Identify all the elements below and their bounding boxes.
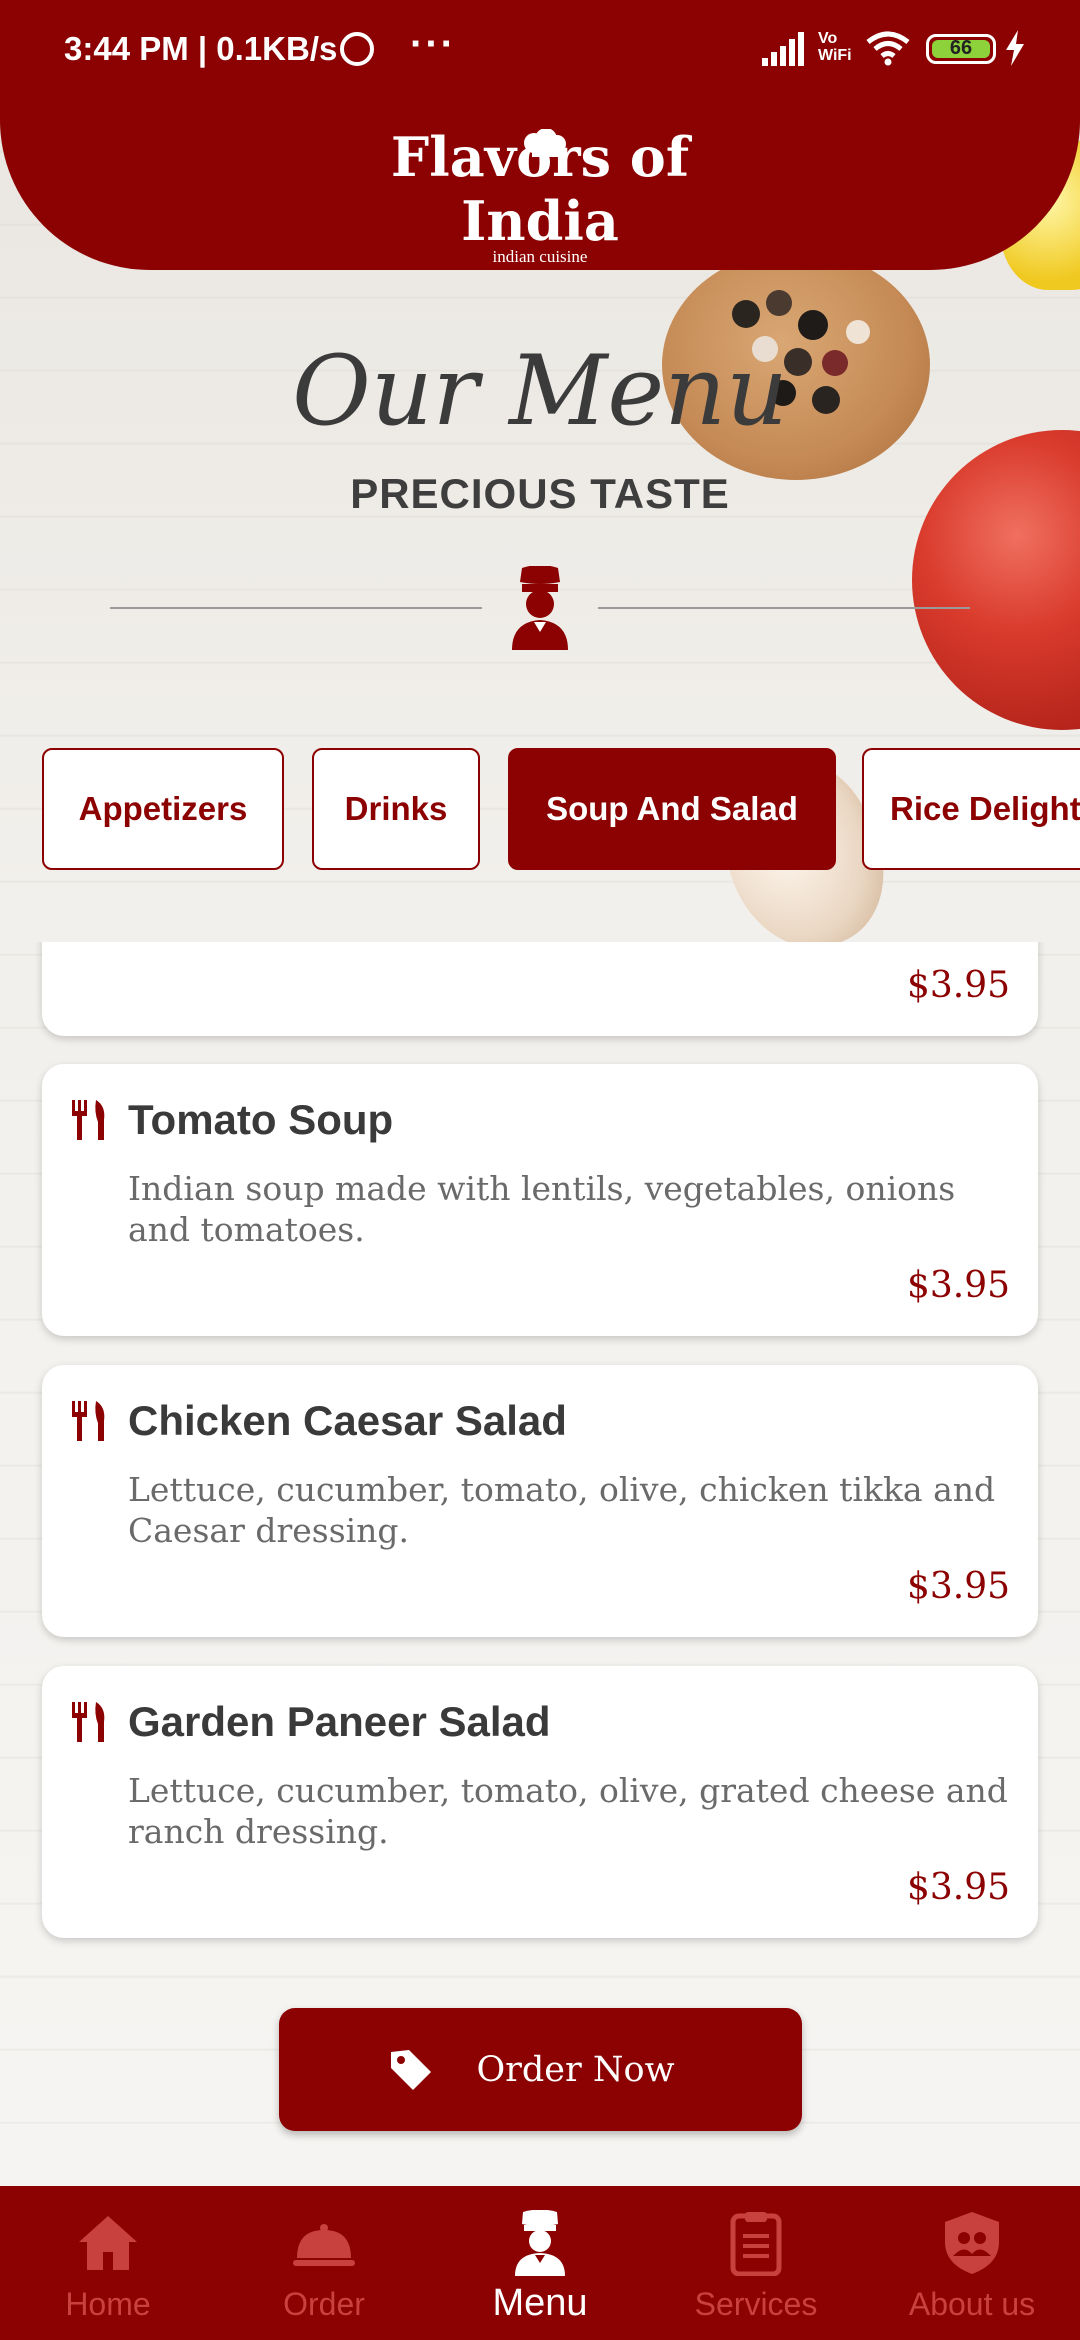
nav-label: Services (694, 2286, 818, 2322)
chef-hat-icon (524, 129, 566, 157)
divider-right (598, 607, 970, 609)
signal-icon (762, 32, 804, 66)
item-price: $3.95 (906, 965, 1010, 1006)
item-name: Garden Paneer Salad (128, 1698, 551, 1745)
fork-knife-icon (72, 1401, 105, 1441)
item-price: $3.95 (906, 1867, 1010, 1908)
shield-people-icon (945, 2212, 999, 2274)
tab-label: Rice Delights (890, 790, 1080, 827)
tab-label: Soup And Salad (546, 790, 798, 827)
menu-item-card[interactable]: Chicken Caesar Salad Lettuce, cucumber, … (42, 1365, 1038, 1637)
item-price: $3.95 (906, 1566, 1010, 1607)
tab-drinks[interactable]: Drinks (312, 748, 480, 870)
tab-label: Appetizers (78, 790, 248, 827)
page-title: Our Menu (292, 335, 788, 447)
menu-list[interactable]: $3.95 Tomato Soup Indian soup made with … (0, 942, 1080, 1972)
charging-icon (1006, 30, 1024, 66)
nav-order[interactable]: Order (216, 2186, 432, 2340)
nav-home[interactable]: Home (0, 2186, 216, 2340)
nav-menu[interactable]: Menu (432, 2186, 648, 2340)
chef-icon (515, 2210, 565, 2276)
more-dots-icon: ··· (410, 22, 456, 66)
tab-appetizers[interactable]: Appetizers (42, 748, 284, 870)
menu-item-card[interactable]: Tomato Soup Indian soup made with lentil… (42, 1064, 1038, 1336)
bottom-navigation: Home Order Menu Services About us (0, 2186, 1080, 2340)
tab-rice-delights[interactable]: Rice Delights (862, 748, 1080, 870)
nav-label: Order (283, 2286, 365, 2322)
menu-item-card[interactable]: $3.95 (42, 942, 1038, 1036)
tab-label: Drinks (344, 790, 448, 827)
battery-level: 66 (949, 37, 973, 59)
vowifi-icon: Vo WiFi (818, 30, 852, 64)
nav-label: About us (908, 2286, 1036, 2322)
item-price: $3.95 (906, 1265, 1010, 1306)
status-time: 3:44 PM | 0.1KB/s (64, 30, 338, 67)
battery-icon: 66 (926, 34, 996, 64)
clipboard-icon (730, 2212, 782, 2276)
cloche-icon (293, 2224, 355, 2266)
tag-icon (391, 2050, 431, 2090)
home-icon (79, 2216, 137, 2270)
tab-soup-and-salad[interactable]: Soup And Salad (508, 748, 836, 870)
order-now-label: Order Now (476, 2049, 675, 2090)
item-name: Chicken Caesar Salad (128, 1397, 567, 1444)
chef-icon (512, 566, 568, 650)
item-description: Lettuce, cucumber, tomato, olive, chicke… (128, 1470, 996, 1550)
logo-subtitle: indian cuisine (492, 247, 588, 266)
nav-services[interactable]: Services (648, 2186, 864, 2340)
status-bar: 3:44 PM | 0.1KB/s ··· Vo WiFi 66 (0, 0, 1080, 100)
item-name: Tomato Soup (128, 1096, 394, 1143)
page-subtitle: PRECIOUS TASTE (350, 470, 730, 517)
item-description: Indian soup made with lentils, vegetable… (128, 1169, 956, 1249)
fork-knife-icon (72, 1100, 105, 1140)
menu-item-card[interactable]: Garden Paneer Salad Lettuce, cucumber, t… (42, 1666, 1038, 1938)
app-header: 3:44 PM | 0.1KB/s ··· Vo WiFi 66 Flavors… (0, 0, 1080, 270)
alarm-icon (340, 32, 374, 66)
nav-about-us[interactable]: About us (864, 2186, 1080, 2340)
divider-left (110, 607, 482, 609)
order-now-button[interactable]: Order Now (279, 2008, 802, 2131)
menu-screen: 3:44 PM | 0.1KB/s ··· Vo WiFi 66 Flavors… (0, 0, 1080, 2340)
wifi-icon (866, 31, 910, 66)
brand-logo: Flavors of India indian cuisine (330, 125, 750, 266)
item-description: Lettuce, cucumber, tomato, olive, grated… (128, 1771, 1008, 1851)
nav-label: Menu (492, 2282, 588, 2324)
category-tabs: Appetizers Drinks Soup And Salad Rice De… (42, 748, 1080, 870)
fork-knife-icon (72, 1702, 105, 1742)
nav-label: Home (65, 2286, 151, 2322)
